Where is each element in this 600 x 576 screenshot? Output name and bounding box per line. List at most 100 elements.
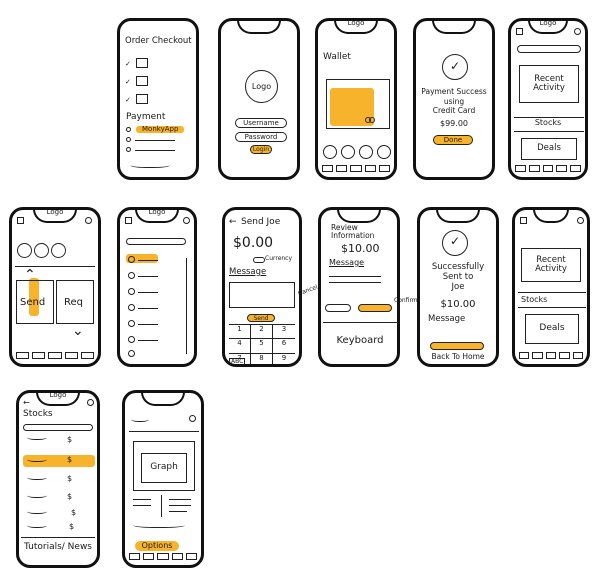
action-circle[interactable] xyxy=(359,145,373,159)
sent-line3: Joe xyxy=(451,282,465,292)
price: $ xyxy=(67,435,73,444)
key-6[interactable]: 6 xyxy=(273,339,295,354)
stocks-title: Stocks xyxy=(23,409,53,419)
sent-line2: Sent to xyxy=(442,272,474,282)
key-1[interactable]: 1 xyxy=(229,325,251,340)
radio-icon[interactable] xyxy=(126,147,131,152)
message-field[interactable] xyxy=(229,282,295,308)
checkout-title: Order Checkout xyxy=(125,36,192,46)
profile-icon[interactable] xyxy=(577,217,584,224)
key-4[interactable]: 4 xyxy=(229,339,251,354)
review-screen: Review Information $10.00 Message Keyboa… xyxy=(318,207,400,367)
price: $ xyxy=(71,508,77,517)
contact-avatar xyxy=(128,350,135,357)
contact-circle[interactable] xyxy=(51,243,66,258)
cancel-button[interactable] xyxy=(325,304,351,312)
tab-bar[interactable] xyxy=(519,352,584,360)
logo-text: Logo xyxy=(347,19,365,27)
review-amount: $10.00 xyxy=(341,242,380,255)
card-logo-icon xyxy=(369,117,375,123)
logo-text: Logo xyxy=(46,208,64,216)
tab-bar[interactable] xyxy=(16,352,95,360)
key-2[interactable]: 2 xyxy=(251,325,273,340)
chevron-down-icon[interactable]: ⌄ xyxy=(72,324,84,339)
review-title-line2: Information xyxy=(331,231,375,240)
profile-icon[interactable] xyxy=(189,415,196,422)
profile-icon[interactable] xyxy=(87,399,94,406)
menu-icon[interactable] xyxy=(17,217,24,224)
currency-label: Currency xyxy=(265,255,293,262)
confirm-button[interactable] xyxy=(358,304,392,312)
send-joe-screen: ← Send Joe $0.00 Currency Message Send 1… xyxy=(222,207,302,367)
tab-bar[interactable] xyxy=(129,553,198,561)
currency-toggle[interactable] xyxy=(253,257,265,263)
action-circle[interactable] xyxy=(341,145,355,159)
back-home-button[interactable] xyxy=(430,342,484,350)
wallet-title: Wallet xyxy=(323,52,351,62)
deals-label: Deals xyxy=(539,323,565,333)
password-field[interactable]: Password xyxy=(235,132,287,142)
profile-icon[interactable] xyxy=(85,217,92,224)
menu-icon[interactable] xyxy=(125,217,132,224)
send-request-screen: Logo ⌃ Send Req ⌄ xyxy=(9,207,101,367)
back-home-label: Back To Home xyxy=(431,352,485,361)
key-9[interactable]: 9 xyxy=(273,354,295,364)
tutorials-news-link[interactable]: Tutorials/ News xyxy=(21,542,95,552)
home-screen-2: Recent Activity Stocks Deals xyxy=(512,207,590,367)
contact-circle[interactable] xyxy=(34,243,49,258)
tab-bar[interactable] xyxy=(515,165,581,173)
sent-message-label: Message xyxy=(428,314,466,324)
stocks-label[interactable]: Stocks xyxy=(521,295,547,304)
contact-avatar xyxy=(128,336,135,343)
success-line1: Payment Success xyxy=(421,87,487,96)
username-field[interactable]: Username xyxy=(235,118,287,128)
profile-icon[interactable] xyxy=(183,217,190,224)
key-8[interactable]: 8 xyxy=(251,353,273,364)
search-bar[interactable] xyxy=(23,424,93,431)
request-label: Req xyxy=(64,297,83,308)
tab-bar[interactable] xyxy=(322,165,391,173)
graph-screen: Graph Options xyxy=(122,390,204,568)
stocks-screen: Logo ← Stocks $ $ $ $ $ $ Tutorials/ New… xyxy=(16,390,100,568)
payment-method-selected[interactable]: MonkyApp xyxy=(136,125,185,134)
send-button[interactable]: Send xyxy=(247,314,275,322)
scrollbar[interactable] xyxy=(186,258,187,354)
login-button[interactable]: Login xyxy=(250,145,272,154)
options-button[interactable]: Options xyxy=(135,541,179,551)
back-arrow-icon[interactable]: ← xyxy=(23,398,30,407)
key-3[interactable]: 3 xyxy=(273,325,295,340)
price: $ xyxy=(67,455,73,464)
success-line3: Credit Card xyxy=(432,106,476,115)
key-5[interactable]: 5 xyxy=(251,339,273,354)
abc-key[interactable]: ABC xyxy=(229,358,246,364)
send-joe-title: Send Joe xyxy=(241,217,281,227)
search-bar[interactable] xyxy=(517,45,581,53)
login-screen: Logo Username Password Login xyxy=(218,18,300,180)
item-box xyxy=(136,94,148,104)
check-icon: ✓ xyxy=(125,60,131,68)
back-arrow-icon[interactable]: ← xyxy=(229,217,237,227)
keyboard-area[interactable]: Keyboard xyxy=(321,335,397,347)
menu-icon[interactable] xyxy=(520,217,527,224)
home-screen: Logo Recent Activity Stocks Deals xyxy=(508,18,588,180)
search-bar[interactable] xyxy=(126,238,186,245)
action-circle[interactable] xyxy=(323,145,337,159)
checkmark-circle-icon: ✓ xyxy=(449,59,461,73)
action-circle[interactable] xyxy=(377,145,391,159)
radio-icon[interactable] xyxy=(126,127,131,132)
stocks-label[interactable]: Stocks xyxy=(511,118,585,127)
check-icon: ✓ xyxy=(125,96,131,104)
profile-icon[interactable] xyxy=(574,28,581,35)
radio-icon[interactable] xyxy=(126,137,131,142)
contact-circle[interactable] xyxy=(17,243,32,258)
payment-success-screen: ✓ Payment Success using Credit Card $99.… xyxy=(413,18,495,180)
sent-amount: $10.00 xyxy=(440,299,476,310)
review-message-label: Message xyxy=(329,258,365,267)
price: $ xyxy=(67,474,73,483)
logo-text: Logo xyxy=(539,19,557,27)
amount-display: $0.00 xyxy=(233,235,274,251)
menu-icon[interactable] xyxy=(516,28,523,35)
done-button[interactable]: Done xyxy=(433,135,473,145)
price: $ xyxy=(69,522,75,531)
wallet-screen: Logo Wallet xyxy=(315,18,397,180)
